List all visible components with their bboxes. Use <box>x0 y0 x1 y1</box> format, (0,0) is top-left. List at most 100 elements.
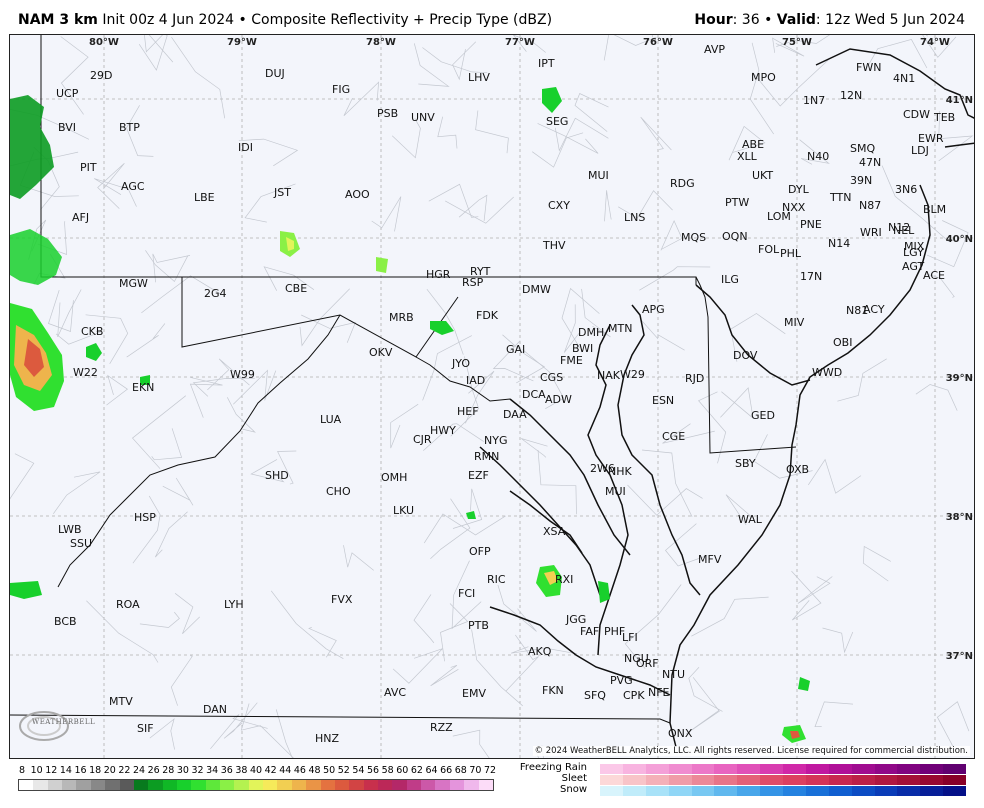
station-label: ORF <box>636 657 659 670</box>
hour-label: Hour <box>694 12 733 28</box>
station-label: SHD <box>265 469 289 482</box>
station-label: RDG <box>670 177 695 190</box>
ptype-swatch <box>851 786 875 796</box>
station-label: SEG <box>546 115 568 128</box>
station-label: LHV <box>468 71 490 84</box>
station-label: OBI <box>833 336 852 349</box>
station-label: CXY <box>548 199 570 212</box>
legend-swatch <box>162 780 177 790</box>
station-label: 47N <box>859 156 881 169</box>
station-label: LOM <box>767 210 791 223</box>
legend-tick: 32 <box>191 765 204 776</box>
station-label: AKQ <box>528 645 552 658</box>
legend-swatch <box>349 780 364 790</box>
station-label: HNZ <box>315 732 340 745</box>
station-label: RXI <box>555 573 573 586</box>
station-label: BLM <box>923 203 946 216</box>
weatherbell-logo: WEATHERBELL <box>14 706 102 744</box>
station-label: 1N7 <box>803 94 825 107</box>
ptype-swatch <box>943 775 966 785</box>
ptype-swatch <box>897 775 921 785</box>
legend-swatch <box>19 780 34 790</box>
station-label: WAL <box>738 513 763 526</box>
ptype-swatch <box>760 775 783 785</box>
ptype-swatch <box>645 764 669 774</box>
station-label: MFV <box>698 553 722 566</box>
legend-swatch <box>191 780 206 790</box>
station-label: 39N <box>850 174 872 187</box>
precip-type-legend: Freezing Rain Sleet Snow <box>500 762 970 802</box>
state-borders <box>10 35 797 724</box>
lat-label: 38°N <box>946 512 973 523</box>
graticule-labels: 80°W 79°W 78°W 77°W 76°W 75°W 74°W 41°N 40°N 39°N… <box>89 37 973 662</box>
station-label: BVI <box>58 121 76 134</box>
map-canvas: 29D UCP DUJ FIG LHV IPT AVP MPO FWN 4N1 BVI BTP PSB U… <box>10 35 974 758</box>
station-label: DUJ <box>265 67 285 80</box>
ptype-swatch <box>714 775 738 785</box>
ptype-swatch <box>920 786 944 796</box>
station-label: LWB <box>58 523 82 536</box>
ptype-swatch <box>714 786 738 796</box>
station-label: ADW <box>545 393 572 406</box>
legend-tick: 64 <box>425 765 438 776</box>
station-label: DYL <box>788 183 810 196</box>
station-label: EMV <box>462 687 486 700</box>
ptype-swatch <box>828 775 852 785</box>
station-label: CHO <box>326 485 351 498</box>
separator: • <box>764 12 773 28</box>
station-label: RJD <box>685 372 704 385</box>
station-label: OFP <box>469 545 491 558</box>
legend-tick: 54 <box>352 765 365 776</box>
ptype-swatch <box>943 764 966 774</box>
legend-swatch <box>449 780 465 790</box>
ptype-swatch <box>783 775 806 785</box>
legend-tick: 44 <box>279 765 292 776</box>
ptype-swatch <box>874 775 898 785</box>
ptype-swatch <box>874 786 898 796</box>
lon-label: 76°W <box>643 37 673 48</box>
station-label: DOV <box>733 349 758 362</box>
ptype-swatch <box>737 764 761 774</box>
station-label: NYG <box>484 434 507 447</box>
legend-tick: 26 <box>147 765 160 776</box>
station-label: SBY <box>735 457 756 470</box>
station-label: SFQ <box>584 689 606 702</box>
station-label: W99 <box>230 368 255 381</box>
ptype-swatch <box>897 786 921 796</box>
legend-swatch <box>90 780 106 790</box>
station-label: IPT <box>538 57 555 70</box>
station-label: FOL <box>758 243 780 256</box>
legend-tick: 12 <box>45 765 58 776</box>
legend-swatch <box>263 780 278 790</box>
lon-label: 78°W <box>366 37 396 48</box>
station-label: OXB <box>786 463 809 476</box>
station-label: NEL <box>893 224 915 237</box>
ptype-swatch <box>920 764 944 774</box>
station-label: AOO <box>345 188 370 201</box>
legend-tick: 42 <box>264 765 277 776</box>
legend-tick: 50 <box>323 765 336 776</box>
legend-tick: 66 <box>440 765 453 776</box>
reflectivity-map: 29D UCP DUJ FIG LHV IPT AVP MPO FWN 4N1 BVI BTP PSB U… <box>9 34 975 759</box>
station-label: CGE <box>662 430 685 443</box>
ptype-swatch <box>600 775 623 785</box>
station-label: HWY <box>430 424 456 437</box>
legend-tick: 46 <box>293 765 306 776</box>
legend-swatch <box>220 780 235 790</box>
station-label: OQN <box>722 230 748 243</box>
ptype-swatch <box>783 764 806 774</box>
station-label: NFE <box>648 686 670 699</box>
station-label: 29D <box>90 69 112 82</box>
legend-tick: 38 <box>235 765 248 776</box>
station-label: THV <box>542 239 566 252</box>
snow-bar <box>600 786 966 796</box>
legend-tick: 52 <box>337 765 350 776</box>
header-right: Hour: 36 • Valid: 12z Wed 5 Jun 2024 <box>694 12 965 28</box>
separator: • <box>238 12 247 28</box>
legend-swatch <box>334 780 350 790</box>
station-label: FKN <box>542 684 564 697</box>
ptype-swatch <box>828 764 852 774</box>
legend-swatch <box>76 780 91 790</box>
product-name: Composite Reflectivity + Precip Type (dB… <box>251 12 553 28</box>
logo-text: WEATHERBELL <box>32 718 96 726</box>
